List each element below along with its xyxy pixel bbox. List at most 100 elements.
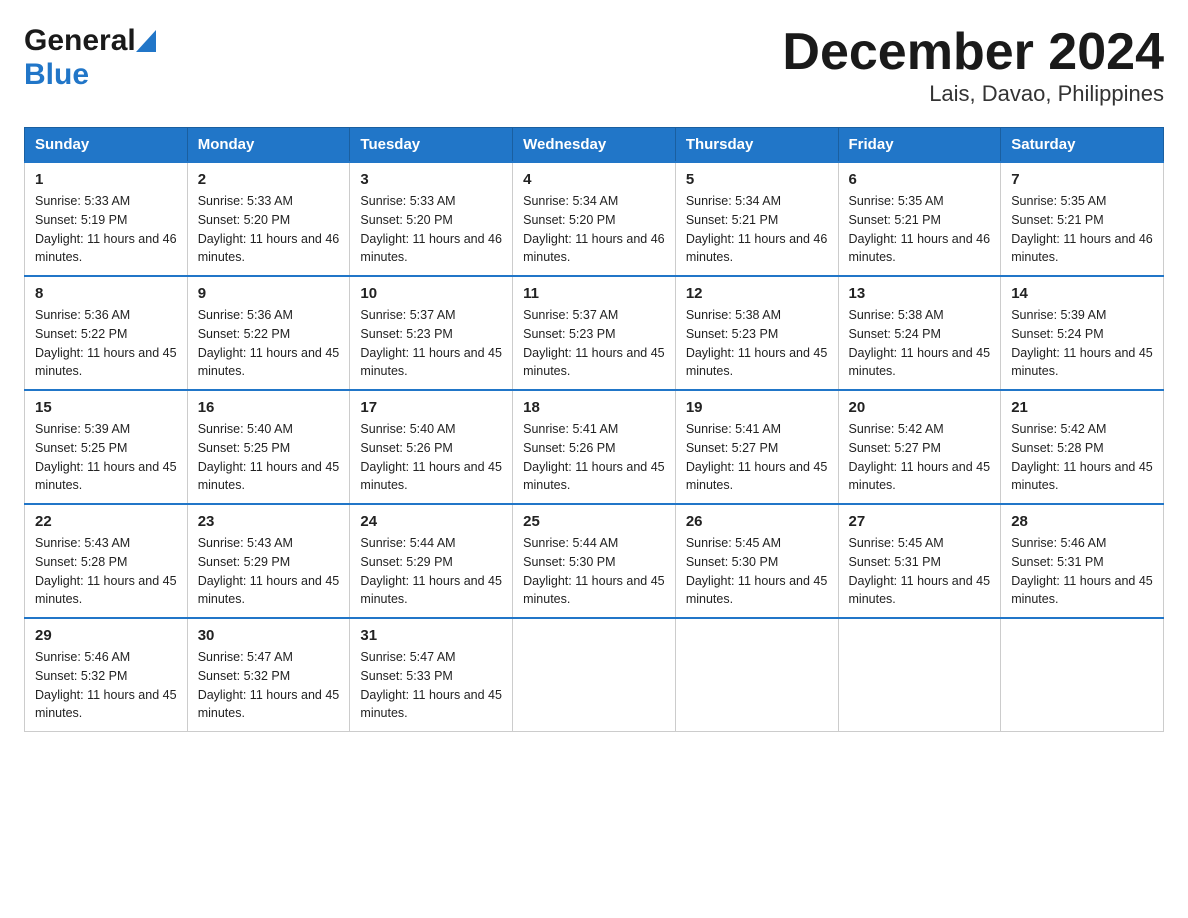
day-info: Sunrise: 5:44 AM Sunset: 5:29 PM Dayligh…: [360, 534, 502, 609]
calendar-week-row: 29 Sunrise: 5:46 AM Sunset: 5:32 PM Dayl…: [25, 618, 1164, 732]
calendar-table: Sunday Monday Tuesday Wednesday Thursday…: [24, 127, 1164, 732]
calendar-title: December 2024: [782, 24, 1164, 81]
day-info: Sunrise: 5:42 AM Sunset: 5:27 PM Dayligh…: [849, 420, 991, 495]
page-header: General Blue December 2024 Lais, Davao, …: [24, 24, 1164, 107]
day-number: 10: [360, 285, 502, 302]
calendar-day-cell: [675, 618, 838, 732]
day-number: 14: [1011, 285, 1153, 302]
calendar-header-row: Sunday Monday Tuesday Wednesday Thursday…: [25, 128, 1164, 163]
calendar-day-cell: 25 Sunrise: 5:44 AM Sunset: 5:30 PM Dayl…: [513, 504, 676, 618]
calendar-day-cell: 8 Sunrise: 5:36 AM Sunset: 5:22 PM Dayli…: [25, 276, 188, 390]
day-info: Sunrise: 5:44 AM Sunset: 5:30 PM Dayligh…: [523, 534, 665, 609]
day-number: 12: [686, 285, 828, 302]
logo: General Blue: [24, 24, 156, 92]
day-number: 11: [523, 285, 665, 302]
day-number: 24: [360, 513, 502, 530]
day-info: Sunrise: 5:41 AM Sunset: 5:26 PM Dayligh…: [523, 420, 665, 495]
day-number: 2: [198, 171, 340, 188]
day-number: 1: [35, 171, 177, 188]
calendar-day-cell: 19 Sunrise: 5:41 AM Sunset: 5:27 PM Dayl…: [675, 390, 838, 504]
day-number: 27: [849, 513, 991, 530]
title-block: December 2024 Lais, Davao, Philippines: [782, 24, 1164, 107]
calendar-day-cell: 22 Sunrise: 5:43 AM Sunset: 5:28 PM Dayl…: [25, 504, 188, 618]
calendar-day-cell: 2 Sunrise: 5:33 AM Sunset: 5:20 PM Dayli…: [187, 162, 350, 276]
calendar-day-cell: 12 Sunrise: 5:38 AM Sunset: 5:23 PM Dayl…: [675, 276, 838, 390]
calendar-day-cell: [838, 618, 1001, 732]
calendar-day-cell: 3 Sunrise: 5:33 AM Sunset: 5:20 PM Dayli…: [350, 162, 513, 276]
day-info: Sunrise: 5:47 AM Sunset: 5:33 PM Dayligh…: [360, 648, 502, 723]
calendar-day-cell: 18 Sunrise: 5:41 AM Sunset: 5:26 PM Dayl…: [513, 390, 676, 504]
calendar-day-cell: 23 Sunrise: 5:43 AM Sunset: 5:29 PM Dayl…: [187, 504, 350, 618]
day-info: Sunrise: 5:33 AM Sunset: 5:20 PM Dayligh…: [360, 192, 502, 267]
day-info: Sunrise: 5:36 AM Sunset: 5:22 PM Dayligh…: [35, 306, 177, 381]
calendar-day-cell: 11 Sunrise: 5:37 AM Sunset: 5:23 PM Dayl…: [513, 276, 676, 390]
calendar-day-cell: 28 Sunrise: 5:46 AM Sunset: 5:31 PM Dayl…: [1001, 504, 1164, 618]
day-number: 30: [198, 627, 340, 644]
header-friday: Friday: [838, 128, 1001, 163]
calendar-day-cell: 17 Sunrise: 5:40 AM Sunset: 5:26 PM Dayl…: [350, 390, 513, 504]
day-number: 31: [360, 627, 502, 644]
day-info: Sunrise: 5:34 AM Sunset: 5:21 PM Dayligh…: [686, 192, 828, 267]
day-number: 4: [523, 171, 665, 188]
day-number: 16: [198, 399, 340, 416]
logo-general-text: General: [24, 24, 136, 58]
day-info: Sunrise: 5:43 AM Sunset: 5:28 PM Dayligh…: [35, 534, 177, 609]
day-number: 19: [686, 399, 828, 416]
calendar-day-cell: 21 Sunrise: 5:42 AM Sunset: 5:28 PM Dayl…: [1001, 390, 1164, 504]
calendar-day-cell: 5 Sunrise: 5:34 AM Sunset: 5:21 PM Dayli…: [675, 162, 838, 276]
day-info: Sunrise: 5:38 AM Sunset: 5:24 PM Dayligh…: [849, 306, 991, 381]
calendar-day-cell: 13 Sunrise: 5:38 AM Sunset: 5:24 PM Dayl…: [838, 276, 1001, 390]
day-number: 21: [1011, 399, 1153, 416]
day-number: 8: [35, 285, 177, 302]
day-info: Sunrise: 5:35 AM Sunset: 5:21 PM Dayligh…: [849, 192, 991, 267]
calendar-day-cell: 6 Sunrise: 5:35 AM Sunset: 5:21 PM Dayli…: [838, 162, 1001, 276]
calendar-day-cell: 16 Sunrise: 5:40 AM Sunset: 5:25 PM Dayl…: [187, 390, 350, 504]
calendar-day-cell: [513, 618, 676, 732]
day-info: Sunrise: 5:35 AM Sunset: 5:21 PM Dayligh…: [1011, 192, 1153, 267]
calendar-day-cell: 9 Sunrise: 5:36 AM Sunset: 5:22 PM Dayli…: [187, 276, 350, 390]
day-info: Sunrise: 5:40 AM Sunset: 5:25 PM Dayligh…: [198, 420, 340, 495]
header-monday: Monday: [187, 128, 350, 163]
day-number: 18: [523, 399, 665, 416]
header-sunday: Sunday: [25, 128, 188, 163]
day-info: Sunrise: 5:45 AM Sunset: 5:31 PM Dayligh…: [849, 534, 991, 609]
calendar-subtitle: Lais, Davao, Philippines: [782, 81, 1164, 107]
header-tuesday: Tuesday: [350, 128, 513, 163]
day-number: 28: [1011, 513, 1153, 530]
day-number: 9: [198, 285, 340, 302]
day-info: Sunrise: 5:37 AM Sunset: 5:23 PM Dayligh…: [523, 306, 665, 381]
calendar-week-row: 22 Sunrise: 5:43 AM Sunset: 5:28 PM Dayl…: [25, 504, 1164, 618]
calendar-day-cell: 29 Sunrise: 5:46 AM Sunset: 5:32 PM Dayl…: [25, 618, 188, 732]
calendar-day-cell: [1001, 618, 1164, 732]
header-saturday: Saturday: [1001, 128, 1164, 163]
calendar-day-cell: 10 Sunrise: 5:37 AM Sunset: 5:23 PM Dayl…: [350, 276, 513, 390]
calendar-day-cell: 14 Sunrise: 5:39 AM Sunset: 5:24 PM Dayl…: [1001, 276, 1164, 390]
calendar-day-cell: 1 Sunrise: 5:33 AM Sunset: 5:19 PM Dayli…: [25, 162, 188, 276]
calendar-day-cell: 20 Sunrise: 5:42 AM Sunset: 5:27 PM Dayl…: [838, 390, 1001, 504]
day-info: Sunrise: 5:33 AM Sunset: 5:20 PM Dayligh…: [198, 192, 340, 267]
calendar-day-cell: 31 Sunrise: 5:47 AM Sunset: 5:33 PM Dayl…: [350, 618, 513, 732]
day-info: Sunrise: 5:45 AM Sunset: 5:30 PM Dayligh…: [686, 534, 828, 609]
calendar-day-cell: 4 Sunrise: 5:34 AM Sunset: 5:20 PM Dayli…: [513, 162, 676, 276]
logo-blue-text: Blue: [24, 58, 89, 92]
day-number: 15: [35, 399, 177, 416]
day-number: 6: [849, 171, 991, 188]
day-info: Sunrise: 5:38 AM Sunset: 5:23 PM Dayligh…: [686, 306, 828, 381]
day-info: Sunrise: 5:42 AM Sunset: 5:28 PM Dayligh…: [1011, 420, 1153, 495]
header-wednesday: Wednesday: [513, 128, 676, 163]
day-info: Sunrise: 5:43 AM Sunset: 5:29 PM Dayligh…: [198, 534, 340, 609]
calendar-day-cell: 30 Sunrise: 5:47 AM Sunset: 5:32 PM Dayl…: [187, 618, 350, 732]
header-thursday: Thursday: [675, 128, 838, 163]
day-info: Sunrise: 5:36 AM Sunset: 5:22 PM Dayligh…: [198, 306, 340, 381]
day-number: 7: [1011, 171, 1153, 188]
day-number: 23: [198, 513, 340, 530]
day-info: Sunrise: 5:47 AM Sunset: 5:32 PM Dayligh…: [198, 648, 340, 723]
day-info: Sunrise: 5:34 AM Sunset: 5:20 PM Dayligh…: [523, 192, 665, 267]
calendar-day-cell: 15 Sunrise: 5:39 AM Sunset: 5:25 PM Dayl…: [25, 390, 188, 504]
day-number: 25: [523, 513, 665, 530]
calendar-week-row: 1 Sunrise: 5:33 AM Sunset: 5:19 PM Dayli…: [25, 162, 1164, 276]
day-info: Sunrise: 5:33 AM Sunset: 5:19 PM Dayligh…: [35, 192, 177, 267]
day-number: 13: [849, 285, 991, 302]
calendar-day-cell: 7 Sunrise: 5:35 AM Sunset: 5:21 PM Dayli…: [1001, 162, 1164, 276]
calendar-day-cell: 24 Sunrise: 5:44 AM Sunset: 5:29 PM Dayl…: [350, 504, 513, 618]
